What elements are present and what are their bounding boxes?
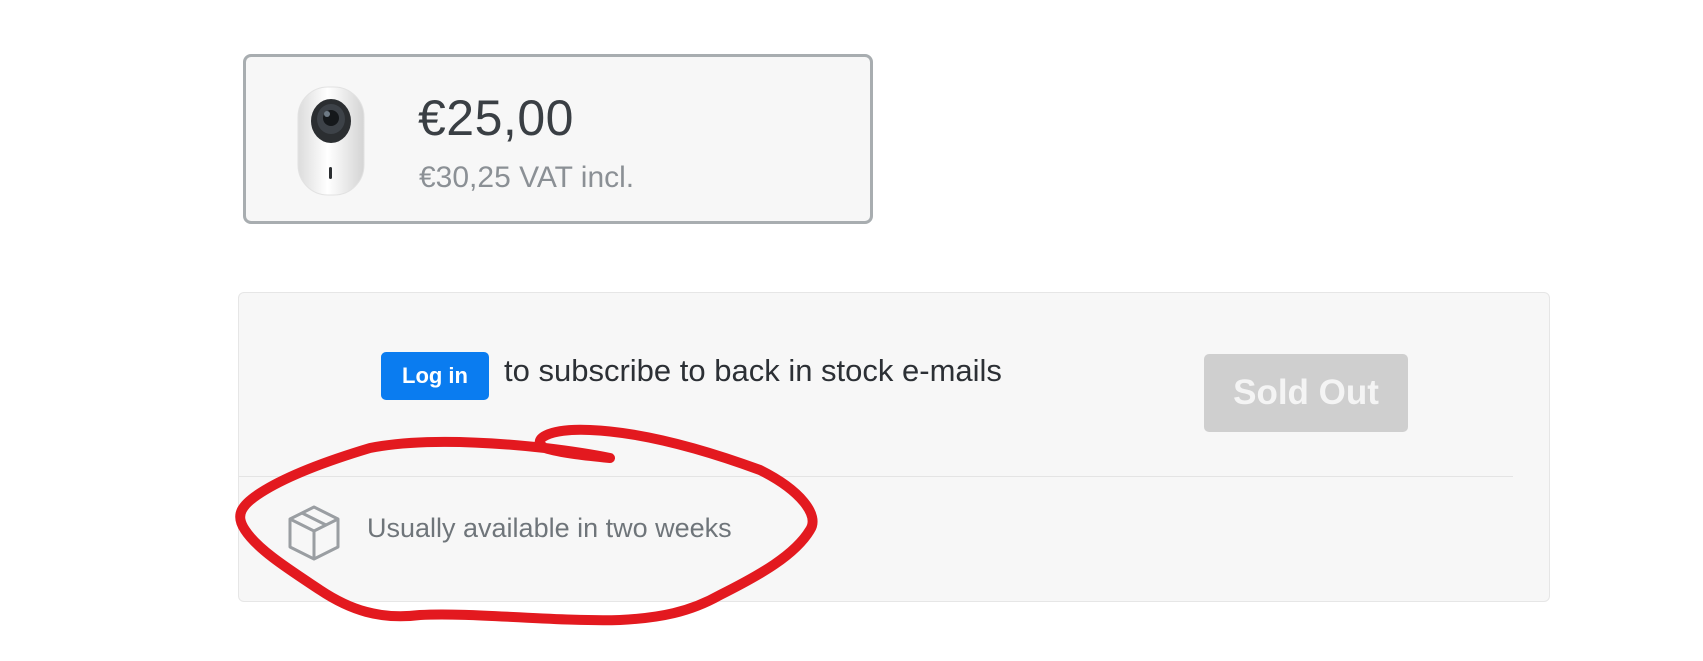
variant-price-card[interactable]: €25,00 €30,25 VAT incl. [243,54,873,224]
login-button[interactable]: Log in [381,352,489,400]
price-vat-included: €30,25 VAT incl. [419,161,635,194]
sold-out-button: Sold Out [1204,354,1408,432]
price: €25,00 [418,90,574,146]
availability-text: Usually available in two weeks [367,513,732,543]
camera-icon [297,86,365,196]
divider [239,476,1513,477]
product-purchase-page: €25,00 €30,25 VAT incl. Log in to subscr… [0,0,1703,661]
package-box-icon [288,505,340,561]
back-in-stock-text: to subscribe to back in stock e-mails [504,353,1002,388]
stock-panel: Log in to subscribe to back in stock e-m… [238,292,1550,602]
